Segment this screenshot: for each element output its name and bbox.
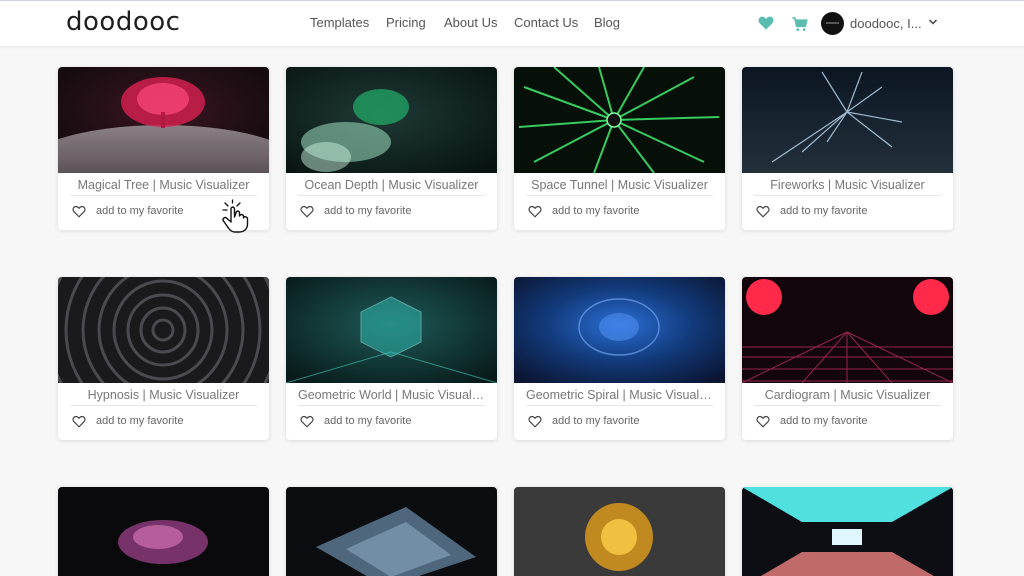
card-thumbnail[interactable] — [742, 487, 953, 576]
site-header: doodooc Templates Pricing About Us Conta… — [0, 1, 1024, 46]
card-thumbnail[interactable] — [58, 277, 269, 383]
card-title[interactable]: Geometric Spiral | Music Visualizer — [526, 388, 713, 406]
favorite-label: add to my favorite — [552, 415, 640, 427]
card-thumbnail[interactable] — [58, 487, 269, 576]
card-title[interactable]: Magical Tree | Music Visualizer — [70, 178, 257, 196]
card-thumbnail[interactable] — [742, 67, 953, 173]
favorite-label: add to my favorite — [96, 205, 184, 217]
chevron-down-icon[interactable] — [928, 17, 938, 27]
card-thumbnail[interactable] — [514, 67, 725, 173]
heart-outline-icon — [528, 205, 542, 218]
avatar[interactable] — [821, 12, 844, 35]
favorite-label: add to my favorite — [780, 205, 868, 217]
favorite-label: add to my favorite — [552, 205, 640, 217]
card-thumbnail[interactable] — [286, 67, 497, 173]
heart-outline-icon — [528, 415, 542, 428]
card-title[interactable]: Hypnosis | Music Visualizer — [70, 388, 257, 406]
card-thumbnail[interactable] — [514, 487, 725, 576]
card-thumbnail[interactable] — [514, 277, 725, 383]
template-card[interactable]: Geometric World | Music Visualizer add t… — [286, 277, 497, 440]
heart-outline-icon — [300, 205, 314, 218]
card-thumbnail[interactable] — [286, 277, 497, 383]
nav-about-us[interactable]: About Us — [444, 15, 497, 30]
card-title[interactable]: Fireworks | Music Visualizer — [754, 178, 941, 196]
favorite-label: add to my favorite — [96, 415, 184, 427]
favorite-label: add to my favorite — [324, 415, 412, 427]
account-name[interactable]: doodooc, I... — [850, 16, 922, 31]
template-card[interactable] — [742, 487, 953, 576]
template-card[interactable] — [286, 487, 497, 576]
card-title[interactable]: Cardiogram | Music Visualizer — [754, 388, 941, 406]
heart-outline-icon — [72, 205, 86, 218]
heart-outline-icon — [756, 415, 770, 428]
nav-contact-us[interactable]: Contact Us — [514, 15, 578, 30]
card-title[interactable]: Geometric World | Music Visualizer — [298, 388, 485, 406]
cart-icon[interactable] — [791, 15, 809, 33]
card-thumbnail[interactable] — [58, 67, 269, 173]
nav-pricing[interactable]: Pricing — [386, 15, 426, 30]
heart-outline-icon — [300, 415, 314, 428]
heart-outline-icon — [72, 415, 86, 428]
template-card[interactable]: Cardiogram | Music Visualizer add to my … — [742, 277, 953, 440]
card-title[interactable]: Ocean Depth | Music Visualizer — [298, 178, 485, 196]
template-card[interactable] — [514, 487, 725, 576]
template-card[interactable]: Space Tunnel | Music Visualizer add to m… — [514, 67, 725, 230]
favorite-label: add to my favorite — [324, 205, 412, 217]
heart-outline-icon — [756, 205, 770, 218]
site-logo[interactable]: doodooc — [66, 7, 180, 37]
nav-templates[interactable]: Templates — [310, 15, 369, 30]
nav-blog[interactable]: Blog — [594, 15, 620, 30]
pointer-hand-icon — [222, 199, 249, 233]
template-card[interactable]: Geometric Spiral | Music Visualizer add … — [514, 277, 725, 440]
heart-icon[interactable] — [758, 15, 774, 31]
card-thumbnail[interactable] — [286, 487, 497, 576]
template-card[interactable]: Hypnosis | Music Visualizer add to my fa… — [58, 277, 269, 440]
template-card[interactable] — [58, 487, 269, 576]
card-thumbnail[interactable] — [742, 277, 953, 383]
template-card[interactable]: Fireworks | Music Visualizer add to my f… — [742, 67, 953, 230]
template-card[interactable]: Ocean Depth | Music Visualizer add to my… — [286, 67, 497, 230]
card-title[interactable]: Space Tunnel | Music Visualizer — [526, 178, 713, 196]
favorite-label: add to my favorite — [780, 415, 868, 427]
